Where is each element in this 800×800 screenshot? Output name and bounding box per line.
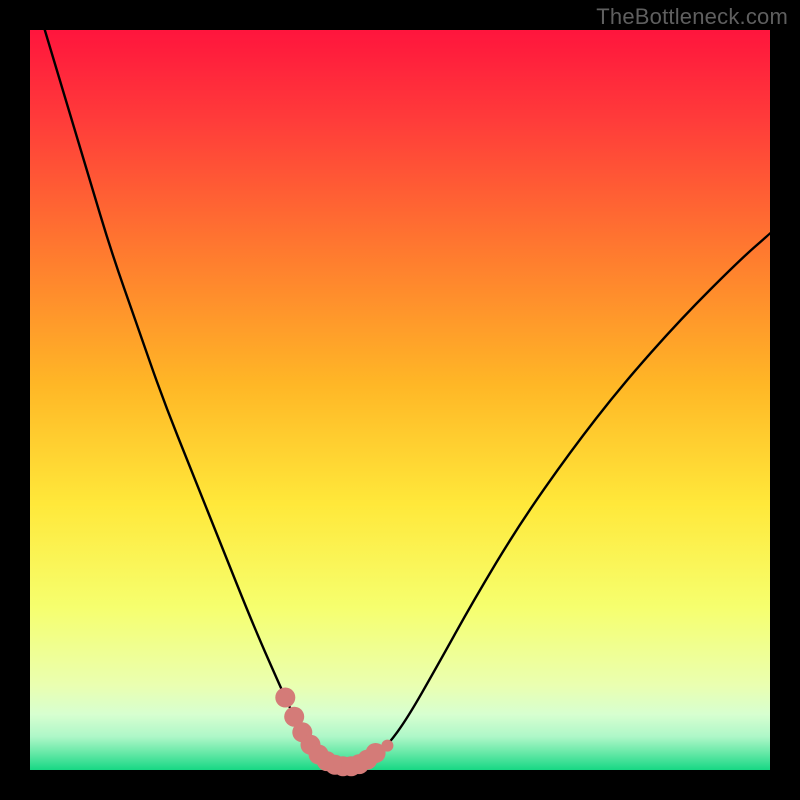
chart-frame: { "watermark": "TheBottleneck.com", "cha… [0, 0, 800, 800]
watermark-text: TheBottleneck.com [596, 4, 788, 30]
curve-marker [381, 740, 393, 752]
plot-background [30, 30, 770, 770]
bottleneck-chart [0, 0, 800, 800]
curve-marker [275, 688, 295, 708]
